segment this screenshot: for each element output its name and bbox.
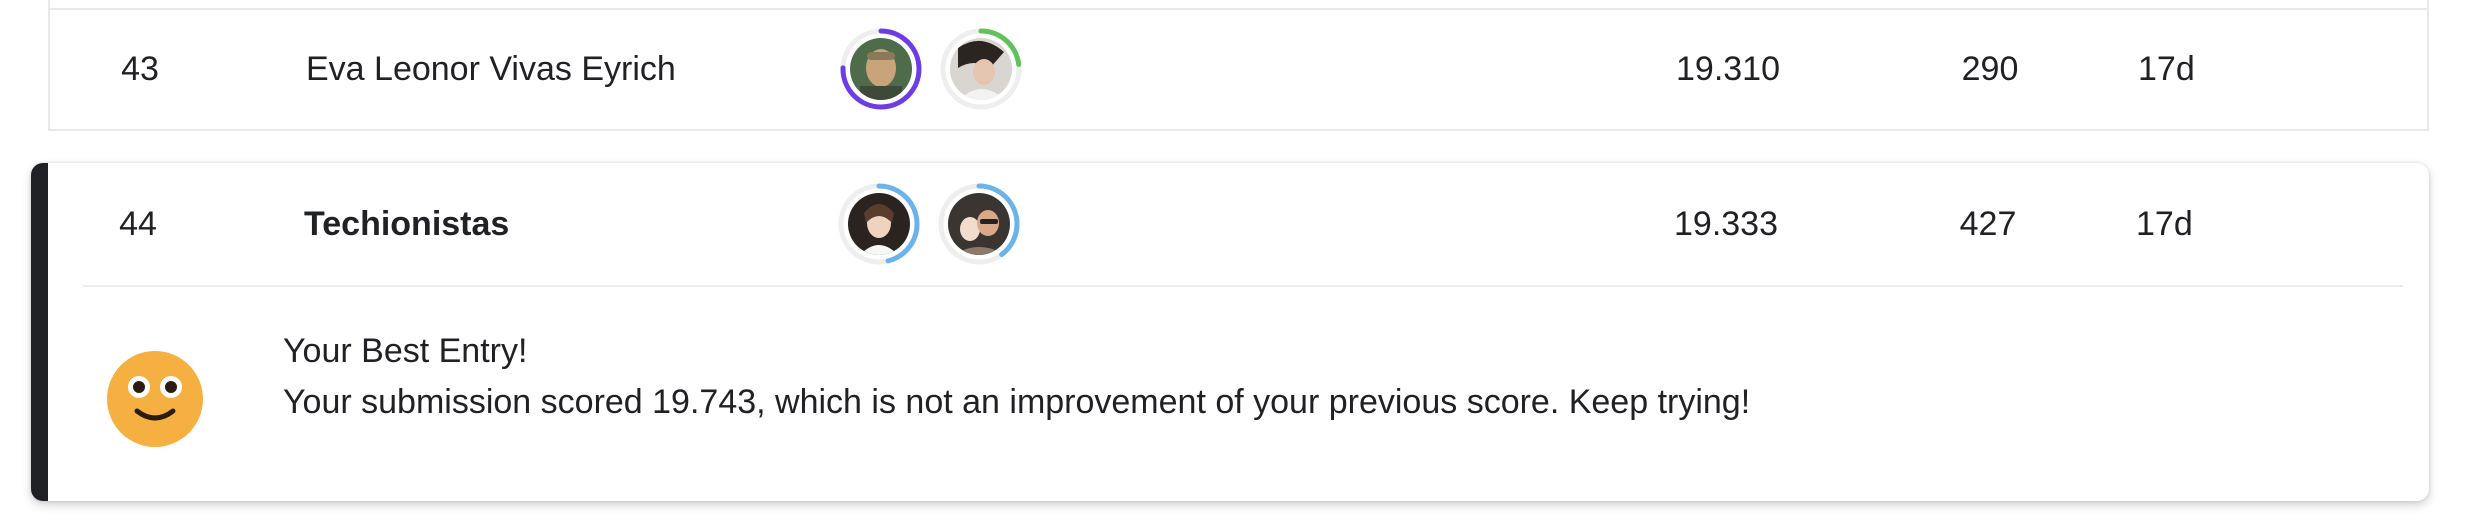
entries-cell: 290 [1961,50,2019,88]
user-avatar-icon [848,193,910,255]
rank-cell: 43 [121,50,159,88]
team-member-avatar[interactable] [938,183,1020,265]
team-member-avatar[interactable] [940,28,1022,110]
leaderboard-row[interactable]: 43 Eva Leonor Vivas Eyrich 19.310 290 17… [48,10,2429,131]
rank-cell: 44 [119,205,157,243]
user-avatar-icon [850,38,912,100]
score-cell: 19.310 [1676,50,1780,88]
team-member-avatar[interactable] [840,28,922,110]
entries-cell: 427 [1959,205,2017,243]
highlight-accent-bar [31,163,48,501]
user-avatar-icon [948,193,1010,255]
your-team-card: 44 Techionistas 19.333 427 17d Your Best… [31,163,2429,501]
team-member-avatar[interactable] [838,183,920,265]
card-divider [83,285,2403,287]
last-submission-cell: 17d [2136,205,2193,243]
user-avatar-icon [950,38,1012,100]
team-name[interactable]: Techionistas [304,204,509,244]
last-submission-cell: 17d [2138,50,2195,88]
team-name[interactable]: Eva Leonor Vivas Eyrich [306,49,676,89]
score-cell: 19.333 [1674,205,1778,243]
leaderboard-page: 43 Eva Leonor Vivas Eyrich 19.310 290 17… [0,0,2470,525]
message-body: Your submission scored 19.743, which is … [283,383,1751,421]
previous-row-edge [48,0,2429,10]
smiley-face-icon [107,351,203,447]
message-title: Your Best Entry! [283,332,528,370]
